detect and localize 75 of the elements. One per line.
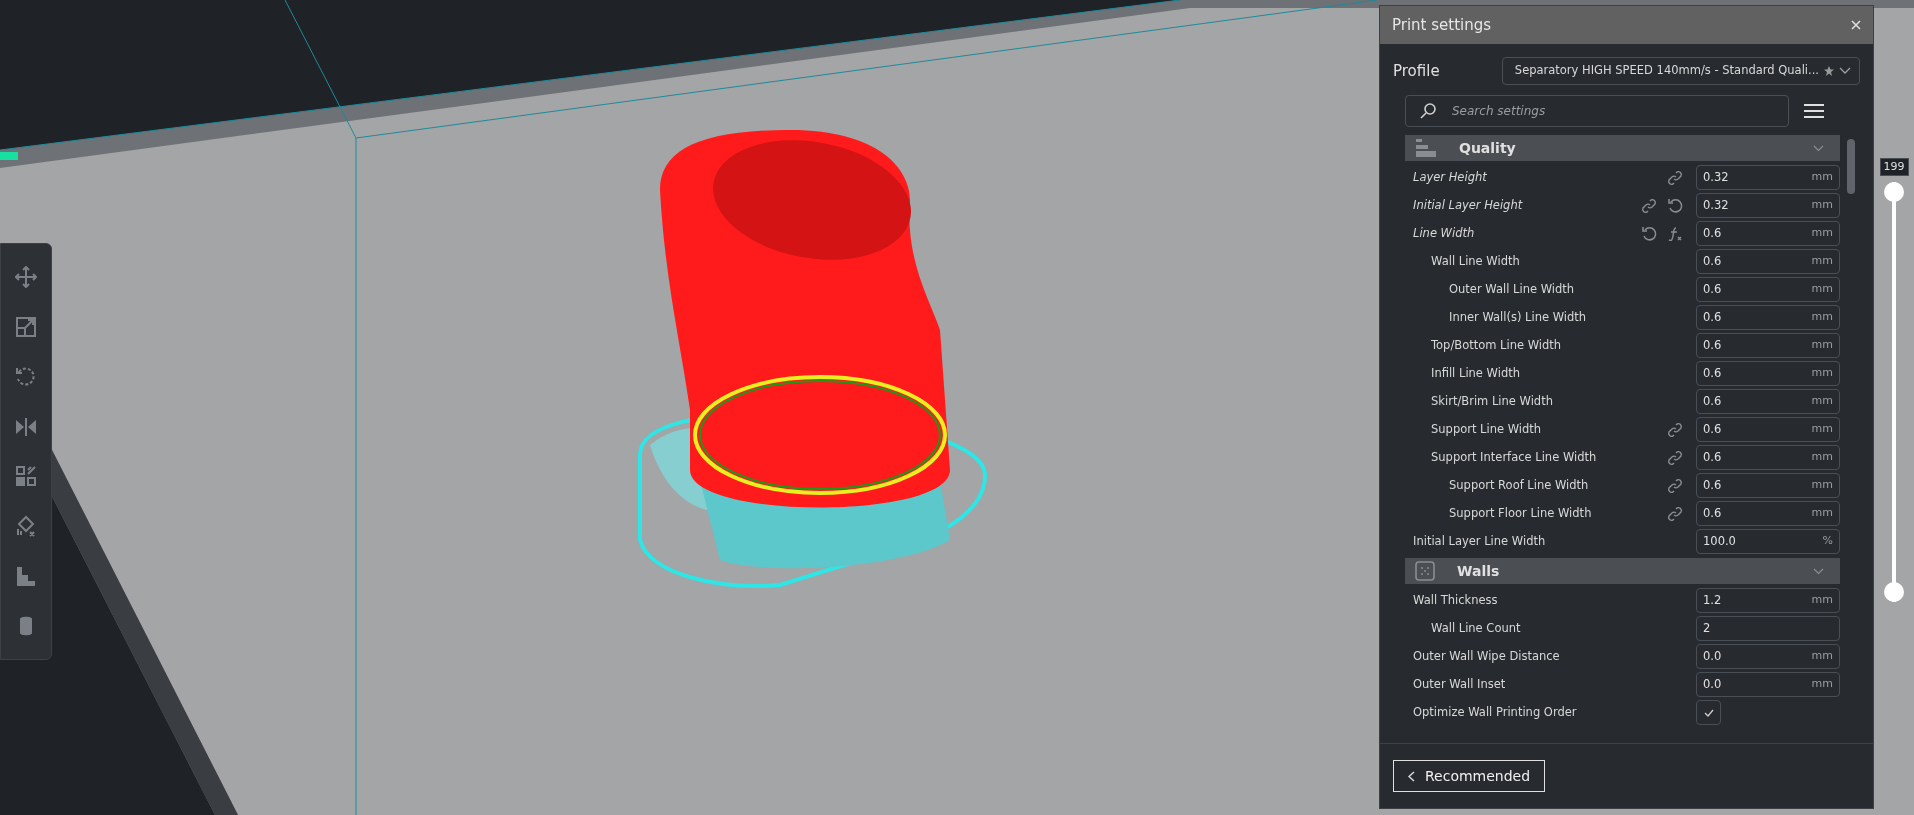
chevron-left-icon: [1408, 770, 1415, 782]
value-field[interactable]: 2: [1696, 616, 1840, 641]
setting-label: Layer Height: [1413, 168, 1487, 186]
search-field[interactable]: Search settings: [1405, 95, 1789, 127]
section-header[interactable]: Walls: [1405, 558, 1840, 584]
setting-label: Support Interface Line Width: [1431, 448, 1597, 466]
value-field[interactable]: 0.6 mm: [1696, 221, 1840, 246]
star-icon: [1823, 65, 1835, 77]
reset-icon[interactable]: [1667, 197, 1683, 214]
link-icon[interactable]: [1667, 477, 1683, 494]
profile-label: Profile: [1393, 60, 1441, 82]
reset-icon[interactable]: [1641, 225, 1657, 242]
setting-label: Skirt/Brim Line Width: [1431, 392, 1553, 410]
scale-icon[interactable]: [15, 315, 37, 338]
layers-icon: [1415, 138, 1437, 158]
chevron-down-icon: [1813, 567, 1824, 575]
value-field[interactable]: 0.32 mm: [1696, 193, 1840, 218]
value-field[interactable]: 0.6 mm: [1696, 473, 1840, 498]
value-field[interactable]: 0.0 mm: [1696, 672, 1840, 697]
setting-label: Wall Thickness: [1413, 591, 1498, 609]
setting-label: Outer Wall Inset: [1413, 675, 1506, 693]
value-field[interactable]: 100.0 %: [1696, 529, 1840, 554]
move-icon[interactable]: [15, 265, 37, 288]
value-field[interactable]: 0.6 mm: [1696, 417, 1840, 442]
rotate-icon[interactable]: [15, 365, 37, 388]
value-field[interactable]: 0.6 mm: [1696, 277, 1840, 302]
arrange-icon[interactable]: [15, 465, 37, 488]
check-icon: [1703, 708, 1714, 717]
menu-icon[interactable]: [1804, 103, 1824, 119]
link-icon[interactable]: [1667, 421, 1683, 438]
setting-label: Optimize Wall Printing Order: [1413, 703, 1577, 721]
value-field[interactable]: 0.6 mm: [1696, 445, 1840, 470]
recommended-button[interactable]: Recommended: [1393, 760, 1546, 792]
profile-name: Separatory HIGH SPEED 140mm/s - Standard Quali...: [1514, 62, 1819, 80]
value-field[interactable]: 0.6 mm: [1696, 305, 1840, 330]
setting-label: Outer Wall Line Width: [1449, 280, 1575, 298]
panel-title: Print settings: [1392, 14, 1492, 36]
checkbox[interactable]: [1696, 700, 1721, 725]
value-field[interactable]: 1.2 mm: [1696, 588, 1840, 613]
value-field[interactable]: 0.32 mm: [1696, 165, 1840, 190]
setting-label: Initial Layer Line Width: [1413, 532, 1546, 550]
profile-dropdown[interactable]: Separatory HIGH SPEED 140mm/s - Standard Quali...: [1501, 57, 1860, 85]
scrollbar-thumb[interactable]: [1847, 139, 1855, 194]
value-field[interactable]: 0.6 mm: [1696, 501, 1840, 526]
link-icon[interactable]: [1667, 169, 1683, 186]
setting-label: Wall Line Width: [1431, 252, 1520, 270]
setting-label: Support Floor Line Width: [1449, 504, 1592, 522]
value-field[interactable]: 0.6 mm: [1696, 389, 1840, 414]
value-field[interactable]: 0.6 mm: [1696, 361, 1840, 386]
setting-label: Initial Layer Height: [1413, 196, 1523, 214]
setting-label: Inner Wall(s) Line Width: [1449, 308, 1587, 326]
setting-label: Infill Line Width: [1431, 364, 1520, 382]
search-icon: [1419, 102, 1437, 120]
chevron-down-icon: [1813, 144, 1824, 152]
section-header[interactable]: Quality: [1405, 135, 1840, 161]
link-icon[interactable]: [1667, 449, 1683, 466]
chevron-down-icon: [1839, 67, 1851, 75]
setting-label: Wall Line Count: [1431, 619, 1521, 637]
close-icon[interactable]: [1851, 20, 1861, 30]
value-field[interactable]: 0.6 mm: [1696, 333, 1840, 358]
grid-icon: [1415, 561, 1435, 581]
link-icon[interactable]: [1641, 197, 1657, 214]
setting-label: Support Line Width: [1431, 420, 1542, 438]
setting-label: Top/Bottom Line Width: [1431, 336, 1562, 354]
layer-number: 199: [1879, 158, 1909, 176]
stairs-icon[interactable]: [15, 565, 37, 588]
mirror-icon[interactable]: [15, 415, 37, 438]
link-icon[interactable]: [1667, 505, 1683, 522]
support-blocker-icon[interactable]: [15, 515, 37, 538]
value-field[interactable]: 0.6 mm: [1696, 249, 1840, 274]
setting-label: Line Width: [1413, 224, 1475, 242]
setting-label: Outer Wall Wipe Distance: [1413, 647, 1560, 665]
setting-label: Support Roof Line Width: [1449, 476, 1589, 494]
layer-slider-track[interactable]: [1884, 182, 1904, 602]
value-field[interactable]: 0.0 mm: [1696, 644, 1840, 669]
